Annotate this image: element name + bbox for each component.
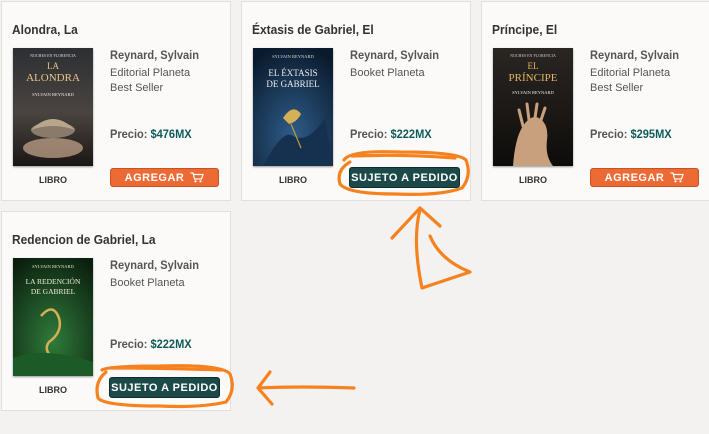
price-label: Precio:: [110, 127, 148, 141]
price-line: Precio: $222MX: [110, 337, 192, 351]
author-name[interactable]: Reynard, Sylvain: [590, 48, 679, 62]
format-label: LIBRO: [519, 175, 547, 185]
book-cover[interactable]: NOCHES EN FLORENCIA LA ALONDRA SYLVAIN R…: [13, 48, 93, 166]
svg-text:LA: LA: [47, 61, 59, 71]
price-value: $222MX: [390, 127, 432, 141]
book-cover[interactable]: SYLVAIN REYNARD EL ÉXTASIS DE GABRIEL: [253, 48, 333, 166]
arrow-left: [256, 370, 356, 406]
cart-icon: [190, 172, 205, 183]
book-cover[interactable]: SYLVAIN REYNARD LA REDENCIÓN DE GABRIEL: [13, 258, 93, 376]
product-title[interactable]: Redencion de Gabriel, La: [12, 232, 156, 247]
category-label: Best Seller: [590, 82, 644, 94]
add-button-label: AGREGAR: [604, 171, 665, 184]
price-value: $476MX: [150, 127, 192, 141]
author-name[interactable]: Reynard, Sylvain: [110, 48, 199, 62]
svg-text:NOCHES EN FLORENCIA: NOCHES EN FLORENCIA: [30, 53, 76, 58]
add-to-cart-button[interactable]: AGREGAR: [110, 168, 219, 187]
format-label: LIBRO: [39, 385, 67, 395]
format-label: LIBRO: [279, 175, 307, 185]
price-line: Precio: $222MX: [350, 127, 432, 141]
publisher-name: Editorial Planeta: [110, 67, 191, 79]
format-label: LIBRO: [39, 175, 67, 185]
price-label: Precio:: [110, 337, 148, 351]
product-title[interactable]: Príncipe, El: [492, 22, 557, 37]
arrow-up: [390, 206, 472, 290]
price-line: Precio: $476MX: [110, 127, 192, 141]
order-on-request-button[interactable]: SUJETO A PEDIDO: [109, 377, 220, 398]
publisher-name: Booket Planeta: [110, 277, 185, 289]
product-card: Alondra, La NOCHES EN FLORENCIA LA ALOND…: [1, 1, 231, 201]
product-card: Redencion de Gabriel, La SYLVAIN REYNARD…: [1, 211, 231, 411]
svg-text:SYLVAIN REYNARD: SYLVAIN REYNARD: [512, 90, 554, 95]
order-button-label: SUJETO A PEDIDO: [111, 381, 218, 394]
svg-text:NOCHES EN FLORENCIA: NOCHES EN FLORENCIA: [510, 53, 556, 58]
price-value: $222MX: [150, 337, 192, 351]
author-name[interactable]: Reynard, Sylvain: [110, 258, 199, 272]
publisher-name: Booket Planeta: [350, 67, 425, 79]
category-label: Best Seller: [110, 82, 164, 94]
publisher-name: Editorial Planeta: [590, 67, 671, 79]
svg-text:LA REDENCIÓN: LA REDENCIÓN: [26, 276, 81, 286]
svg-text:DE GABRIEL: DE GABRIEL: [266, 79, 319, 89]
order-on-request-button[interactable]: SUJETO A PEDIDO: [349, 167, 460, 188]
product-card: Éxtasis de Gabriel, El SYLVAIN REYNARD E…: [241, 1, 471, 201]
book-cover[interactable]: NOCHES EN FLORENCIA EL PRÍNCIPE SYLVAIN …: [493, 48, 573, 166]
svg-text:SYLVAIN REYNARD: SYLVAIN REYNARD: [32, 264, 74, 269]
add-button-label: AGREGAR: [124, 171, 185, 184]
svg-text:EL: EL: [528, 61, 539, 71]
product-title[interactable]: Alondra, La: [12, 22, 78, 37]
cart-icon: [670, 172, 685, 183]
svg-text:PRÍNCIPE: PRÍNCIPE: [509, 72, 558, 84]
product-title[interactable]: Éxtasis de Gabriel, El: [252, 22, 374, 37]
svg-text:EL ÉXTASIS: EL ÉXTASIS: [268, 68, 317, 78]
author-name[interactable]: Reynard, Sylvain: [350, 48, 439, 62]
svg-text:SYLVAIN REYNARD: SYLVAIN REYNARD: [32, 92, 74, 97]
svg-text:ALONDRA: ALONDRA: [26, 72, 80, 84]
svg-text:DE GABRIEL: DE GABRIEL: [31, 287, 76, 296]
price-label: Precio:: [590, 127, 628, 141]
order-button-label: SUJETO A PEDIDO: [351, 171, 458, 184]
price-line: Precio: $295MX: [590, 127, 672, 141]
add-to-cart-button[interactable]: AGREGAR: [590, 168, 699, 187]
svg-text:SYLVAIN REYNARD: SYLVAIN REYNARD: [272, 54, 314, 59]
price-label: Precio:: [350, 127, 388, 141]
product-card: Príncipe, El NOCHES EN FLORENCIA EL PRÍN…: [481, 1, 709, 201]
price-value: $295MX: [630, 127, 672, 141]
